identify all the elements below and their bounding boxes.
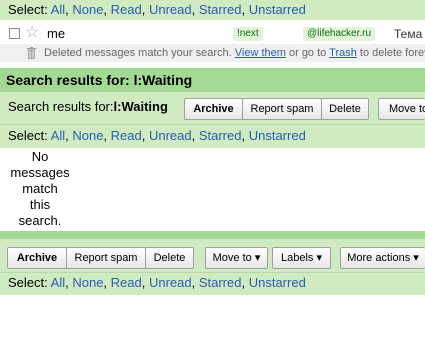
deleted-messages-notice: Deleted messages match your search. View… <box>0 44 425 62</box>
message-checkbox[interactable] <box>9 28 20 39</box>
select-starred-link[interactable]: Starred <box>199 2 242 17</box>
label-chip-lifehacker[interactable]: @lifehacker.ru <box>303 27 376 41</box>
select-unstarred-link[interactable]: Unstarred <box>249 275 306 290</box>
toolbar-title-prefix: Search results for: <box>8 99 114 114</box>
results-bottom-border <box>0 231 425 239</box>
select-starred-link[interactable]: Starred <box>199 128 242 143</box>
message-sender: me <box>47 26 66 41</box>
select-read-link[interactable]: Read <box>111 275 142 290</box>
select-label: Select: <box>8 128 48 143</box>
select-all-link[interactable]: All <box>51 275 65 290</box>
select-unread-link[interactable]: Unread <box>149 128 192 143</box>
toolbar-title-query: l:Waiting <box>113 99 168 114</box>
archive-button[interactable]: Archive <box>7 247 67 269</box>
search-results-header: Search results for: l:Waiting <box>0 68 425 92</box>
delete-button[interactable]: Delete <box>321 98 369 120</box>
labels-dropdown[interactable]: Labels ▾ <box>272 247 331 269</box>
no-results-line: No <box>31 149 49 164</box>
top-toolbar: Search results for:l:Waiting Archive Rep… <box>0 92 425 148</box>
select-read-link[interactable]: Read <box>111 128 142 143</box>
select-none-link[interactable]: None <box>72 2 103 17</box>
select-unread-link[interactable]: Unread <box>149 2 192 17</box>
no-results-line: messages <box>10 165 70 180</box>
mid-select-bar: Select: All, None, Read, Unread, Starred… <box>8 128 306 143</box>
select-unstarred-link[interactable]: Unstarred <box>249 2 306 17</box>
no-results-line: match <box>22 181 58 196</box>
no-results-message: No messages match this search. <box>0 149 80 229</box>
notice-suffix: to delete forever <box>359 47 425 59</box>
message-subject: Тема <box>394 27 423 41</box>
bottom-select-bar: Select: All, None, Read, Unread, Starred… <box>8 275 306 290</box>
no-results-line: this <box>29 197 51 212</box>
select-none-link[interactable]: None <box>72 275 103 290</box>
move-to-button[interactable]: Move to <box>378 98 425 120</box>
report-spam-button[interactable]: Report spam <box>242 98 322 120</box>
notice-middle: or go to <box>285 47 330 59</box>
move-to-dropdown[interactable]: Move to ▾ <box>205 247 268 269</box>
no-results-line: search. <box>18 213 62 228</box>
more-actions-dropdown[interactable]: More actions ▾ <box>340 247 425 269</box>
trash-icon <box>27 47 36 59</box>
select-all-link[interactable]: All <box>51 128 65 143</box>
message-row[interactable]: ☆ me !next @lifehacker.ru Тема <box>0 24 425 44</box>
select-label: Select: <box>8 2 48 17</box>
report-spam-button[interactable]: Report spam <box>66 247 146 269</box>
bottom-toolbar: Archive Report spam Delete Move to ▾ Lab… <box>0 239 425 295</box>
trash-link[interactable]: Trash <box>329 47 357 59</box>
toolbar-divider <box>0 124 425 125</box>
select-read-link[interactable]: Read <box>111 2 142 17</box>
toolbar-search-title: Search results for:l:Waiting <box>8 99 168 114</box>
view-them-link[interactable]: View them <box>235 47 286 59</box>
label-chip-next[interactable]: !next <box>233 27 263 41</box>
top-select-bar: Select: All, None, Read, Unread, Starred… <box>0 0 425 20</box>
select-unread-link[interactable]: Unread <box>149 275 192 290</box>
select-none-link[interactable]: None <box>72 128 103 143</box>
select-all-link[interactable]: All <box>51 2 65 17</box>
select-label: Select: <box>8 275 48 290</box>
notice-prefix: Deleted messages match your search. <box>44 47 235 59</box>
archive-button[interactable]: Archive <box>184 98 243 120</box>
toolbar-divider <box>0 272 425 273</box>
select-unstarred-link[interactable]: Unstarred <box>249 128 306 143</box>
star-icon[interactable]: ☆ <box>25 23 39 43</box>
select-starred-link[interactable]: Starred <box>199 275 242 290</box>
delete-button[interactable]: Delete <box>145 247 194 269</box>
